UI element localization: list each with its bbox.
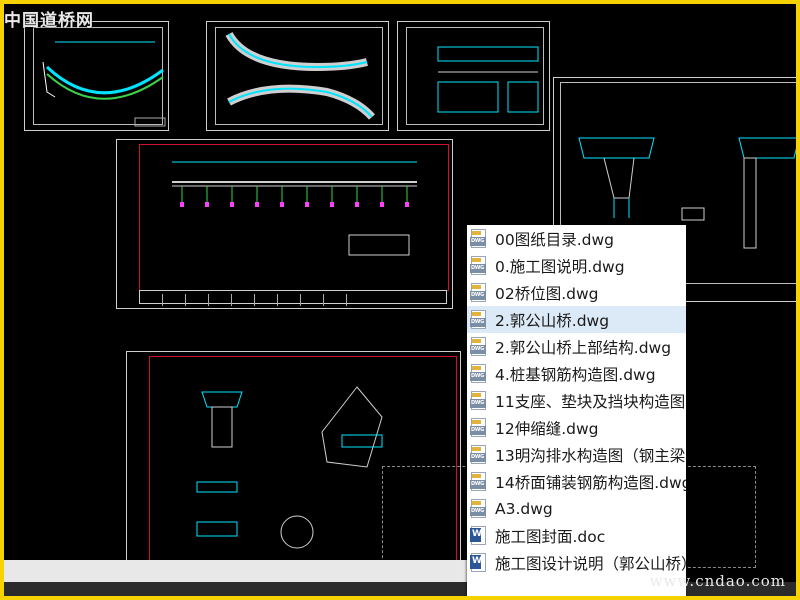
file-list-popup[interactable]: DWG 00图纸目录.dwg DWG 0.施工图说明.dwg DWG 02桥位图.dwg D… (467, 225, 686, 596)
file-list-item[interactable]: DWG 12伸缩缝.dwg (467, 414, 686, 441)
file-name: 施工图设计说明（郭公山桥） (495, 554, 686, 573)
file-list-item[interactable]: DWG 2.郭公山桥上部结构.dwg (467, 333, 686, 360)
file-name: 12伸缩缝.dwg (495, 419, 599, 438)
file-name: 2.郭公山桥.dwg (495, 311, 610, 330)
file-list-item[interactable]: DWG 13明沟排水构造图（钢主梁段 (467, 441, 686, 468)
bridge-plan-drawing (42, 41, 166, 127)
bridge-elevation-drawing (172, 161, 417, 256)
dwg-file-icon: DWG (470, 498, 488, 519)
file-list-item[interactable]: DWG 4.桩基钢筋构造图.dwg (467, 360, 686, 387)
drawing-sheet-bridge-elevation[interactable] (116, 139, 453, 309)
drawing-sheet-bridge-plan[interactable] (24, 21, 169, 131)
file-list-item[interactable]: DWG 02桥位图.dwg (467, 279, 686, 306)
dwg-file-icon: DWG (470, 390, 488, 411)
file-list-item[interactable]: DWG 14桥面铺装钢筋构造图.dwg (467, 468, 686, 495)
file-name: 02桥位图.dwg (495, 284, 599, 303)
file-list-item[interactable]: W 施工图封面.doc (467, 522, 686, 549)
word-doc-icon: W (470, 525, 488, 546)
word-doc-icon: W (470, 552, 488, 573)
file-list-item[interactable]: DWG 11支座、垫块及挡块构造图.d (467, 387, 686, 414)
dwg-file-icon: DWG (470, 336, 488, 357)
cad-drawing-canvas[interactable]: DWG 00图纸目录.dwg DWG 0.施工图说明.dwg DWG 02桥位图.dwg D… (4, 4, 796, 596)
file-list-item[interactable]: DWG 0.施工图说明.dwg (467, 252, 686, 279)
dwg-file-icon: DWG (470, 444, 488, 465)
file-name: A3.dwg (495, 499, 553, 518)
status-bar (4, 560, 474, 582)
dwg-file-icon: DWG (470, 282, 488, 303)
file-name: 4.桩基钢筋构造图.dwg (495, 365, 656, 384)
dwg-file-icon: DWG (470, 471, 488, 492)
file-name: 2.郭公山桥上部结构.dwg (495, 338, 672, 357)
file-name: 0.施工图说明.dwg (495, 257, 625, 276)
drawing-sheet-box-girder[interactable] (397, 21, 550, 131)
dwg-file-icon: DWG (470, 417, 488, 438)
file-name: 14桥面铺装钢筋构造图.dwg (495, 473, 686, 492)
dwg-file-icon: DWG (470, 309, 488, 330)
file-list-item[interactable]: DWG 2.郭公山桥.dwg (467, 306, 686, 333)
dwg-file-icon: DWG (470, 363, 488, 384)
dwg-file-icon: DWG (470, 255, 488, 276)
drawing-sheet-girder-plan[interactable] (206, 21, 389, 131)
box-girder-drawing (437, 46, 539, 113)
dwg-file-icon: DWG (470, 228, 488, 249)
file-name: 施工图封面.doc (495, 527, 606, 546)
curved-girder-drawing (225, 31, 375, 120)
file-list-item[interactable]: DWG A3.dwg (467, 495, 686, 522)
file-list-item[interactable]: DWG 00图纸目录.dwg (467, 225, 686, 252)
file-name: 13明沟排水构造图（钢主梁段 (495, 446, 686, 465)
file-name: 00图纸目录.dwg (495, 230, 615, 249)
file-name: 11支座、垫块及挡块构造图.d (495, 392, 686, 411)
watermark-top-left: 中国道桥网 (4, 11, 94, 31)
watermark-bottom-right: www.cndao.com (649, 572, 786, 590)
